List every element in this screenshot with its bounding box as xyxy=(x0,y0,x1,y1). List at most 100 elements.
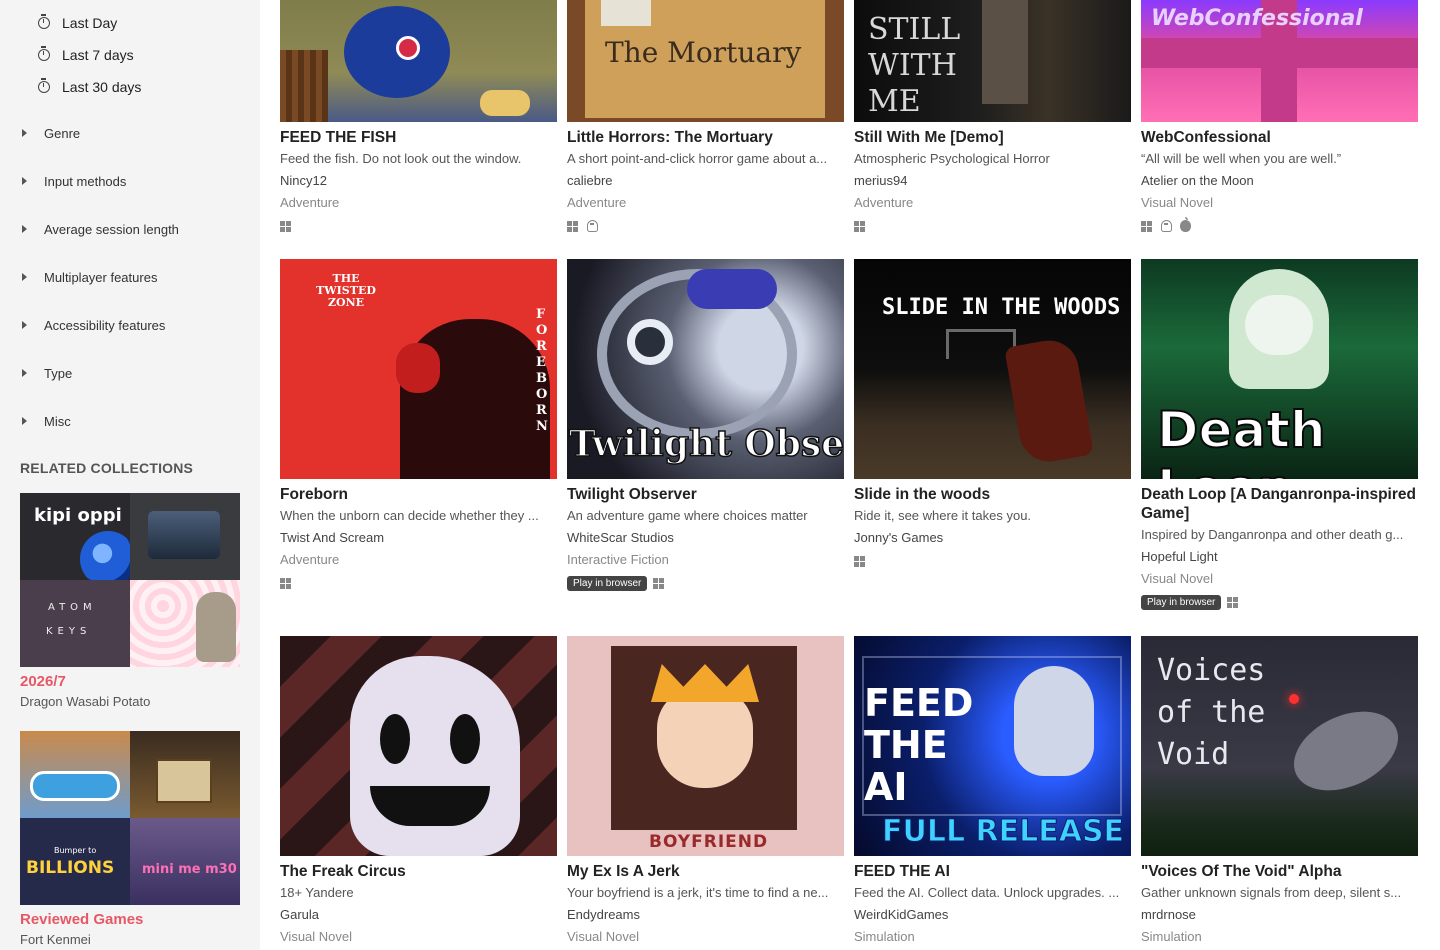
section-type[interactable]: Type xyxy=(22,363,72,383)
game-author[interactable]: WeirdKidGames xyxy=(854,906,1131,924)
logo-art xyxy=(30,771,120,801)
game-author[interactable]: merius94 xyxy=(854,172,1131,190)
game-genre: Visual Novel xyxy=(1141,195,1214,210)
apple-icon xyxy=(1180,217,1191,232)
photo-art xyxy=(601,0,651,26)
collection-card[interactable]: kipi oppi ATOM KEYS 2026/7 Dragon Wasabi… xyxy=(20,493,240,709)
game-thumbnail[interactable]: The Mortuary xyxy=(567,0,844,122)
section-input-methods[interactable]: Input methods xyxy=(22,171,126,191)
section-accessibility[interactable]: Accessibility features xyxy=(22,315,165,335)
linux-icon xyxy=(1161,220,1172,232)
shell-art xyxy=(480,90,530,116)
game-description: An adventure game where choices matter xyxy=(567,508,808,523)
filter-last-30-days[interactable]: Last 30 days xyxy=(38,77,141,97)
game-author[interactable]: Jonny's Games xyxy=(854,529,1131,547)
art-text: FEED THE AI xyxy=(864,681,974,809)
collection-title[interactable]: Reviewed Games xyxy=(20,911,240,928)
game-description: A short point-and-click horror game abou… xyxy=(567,151,828,166)
scroll-art xyxy=(156,759,212,803)
game-author[interactable]: Twist And Scream xyxy=(280,529,557,547)
game-thumbnail[interactable]: BOYFRIEND xyxy=(567,636,844,856)
game-title[interactable]: Twilight Observer xyxy=(567,485,844,504)
game-cell: The Mortuary Little Horrors: The Mortuar… xyxy=(567,0,844,233)
game-cell: WebConfessional WebConfessional “All wil… xyxy=(1141,0,1418,233)
stopwatch-icon xyxy=(38,14,50,29)
cover-tile: mini me m30 xyxy=(130,818,240,905)
game-thumbnail[interactable]: Twilight Observer xyxy=(567,259,844,479)
collection-title[interactable]: 2026/7 xyxy=(20,673,240,690)
collection-cover[interactable]: Bumper to BILLIONS mini me m30 xyxy=(20,731,240,905)
game-cell: Death Loop Death Loop [A Danganronpa-ins… xyxy=(1141,259,1418,610)
game-author[interactable]: WhiteScar Studios xyxy=(567,529,844,547)
game-author[interactable]: Atelier on the Moon xyxy=(1141,172,1418,190)
filter-last-7-days[interactable]: Last 7 days xyxy=(38,45,134,65)
game-thumbnail[interactable]: Death Loop xyxy=(1141,259,1418,479)
art-text: SLIDE IN THE WOODS xyxy=(882,295,1121,320)
game-title[interactable]: "Voices Of The Void" Alpha xyxy=(1141,862,1418,881)
game-title[interactable]: Little Horrors: The Mortuary xyxy=(567,128,844,147)
section-label: Type xyxy=(44,365,73,381)
game-title[interactable]: The Freak Circus xyxy=(280,862,557,881)
game-description: 18+ Yandere xyxy=(280,885,354,900)
art-text: Twilight Observer xyxy=(568,422,844,466)
section-multiplayer[interactable]: Multiplayer features xyxy=(22,267,157,287)
section-label: Misc xyxy=(44,413,71,429)
game-description: Ride it, see where it takes you. xyxy=(854,508,1032,523)
game-thumbnail[interactable]: STILL WITH ME xyxy=(854,0,1131,122)
game-author[interactable]: Nincy12 xyxy=(280,172,557,190)
play-in-browser-badge[interactable]: Play in browser xyxy=(1141,594,1222,610)
section-label: Genre xyxy=(44,125,81,141)
game-title[interactable]: Death Loop [A Danganronpa-inspired Game] xyxy=(1141,485,1418,523)
platform-icons: Play in browser xyxy=(1141,594,1418,610)
play-in-browser-badge[interactable]: Play in browser xyxy=(567,575,648,591)
game-thumbnail[interactable] xyxy=(280,0,557,122)
game-author[interactable]: mrdrnose xyxy=(1141,906,1418,924)
game-thumbnail[interactable]: Voices of the Void xyxy=(1141,636,1418,856)
collection-card[interactable]: Bumper to BILLIONS mini me m30 Reviewed … xyxy=(20,731,240,947)
game-description: When the unborn can decide whether they … xyxy=(280,508,539,523)
collection-curator[interactable]: Fort Kenmei xyxy=(20,932,240,947)
cover-tile xyxy=(130,580,240,667)
game-title[interactable]: Slide in the woods xyxy=(854,485,1131,504)
game-author[interactable]: Garula xyxy=(280,906,557,924)
game-thumbnail[interactable]: WebConfessional xyxy=(1141,0,1418,122)
art-subtitle-text: FULL RELEASE xyxy=(881,814,1125,850)
section-misc[interactable]: Misc xyxy=(22,411,71,431)
game-thumbnail[interactable]: SLIDE IN THE WOODS xyxy=(854,259,1131,479)
game-cell: BOYFRIEND My Ex Is A Jerk Your boyfriend… xyxy=(567,636,844,946)
stopwatch-icon xyxy=(38,46,50,61)
collection-curator[interactable]: Dragon Wasabi Potato xyxy=(20,694,240,709)
art-text: STILL WITH ME xyxy=(868,12,961,119)
slide-art xyxy=(1004,335,1094,467)
game-author[interactable]: Endydreams xyxy=(567,906,844,924)
game-genre: Simulation xyxy=(1141,929,1202,944)
game-thumbnail[interactable]: THE TWISTED ZONE FOREBORN xyxy=(280,259,557,479)
platform-icons: Play in browser xyxy=(567,575,844,591)
game-title[interactable]: WebConfessional xyxy=(1141,128,1418,147)
game-title[interactable]: FEED THE FISH xyxy=(280,128,557,147)
game-title[interactable]: FEED THE AI xyxy=(854,862,1131,881)
game-author[interactable]: caliebre xyxy=(567,172,844,190)
filter-label: Last Day xyxy=(62,15,118,31)
game-description: Feed the fish. Do not look out the windo… xyxy=(280,151,522,166)
platform-icons xyxy=(280,219,557,233)
caret-right-icon xyxy=(22,273,27,281)
cover-tile xyxy=(20,731,130,818)
platform-icons xyxy=(854,554,1131,568)
game-title[interactable]: My Ex Is A Jerk xyxy=(567,862,844,881)
collection-cover[interactable]: kipi oppi ATOM KEYS xyxy=(20,493,240,667)
filter-last-day[interactable]: Last Day xyxy=(38,13,117,33)
section-genre[interactable]: Genre xyxy=(22,123,80,143)
game-thumbnail[interactable]: FEED THE AI FULL RELEASE xyxy=(854,636,1131,856)
platform-icons xyxy=(854,219,1131,233)
game-author[interactable]: Hopeful Light xyxy=(1141,548,1418,566)
windows-icon xyxy=(567,220,579,232)
game-thumbnail[interactable] xyxy=(280,636,557,856)
cross-horizontal-art xyxy=(1141,38,1418,68)
game-title[interactable]: Foreborn xyxy=(280,485,557,504)
robot-head-art xyxy=(1014,666,1094,776)
cover-tile xyxy=(130,493,240,580)
section-session-length[interactable]: Average session length xyxy=(22,219,179,239)
game-title[interactable]: Still With Me [Demo] xyxy=(854,128,1131,147)
tile-text: BILLIONS xyxy=(26,858,115,878)
